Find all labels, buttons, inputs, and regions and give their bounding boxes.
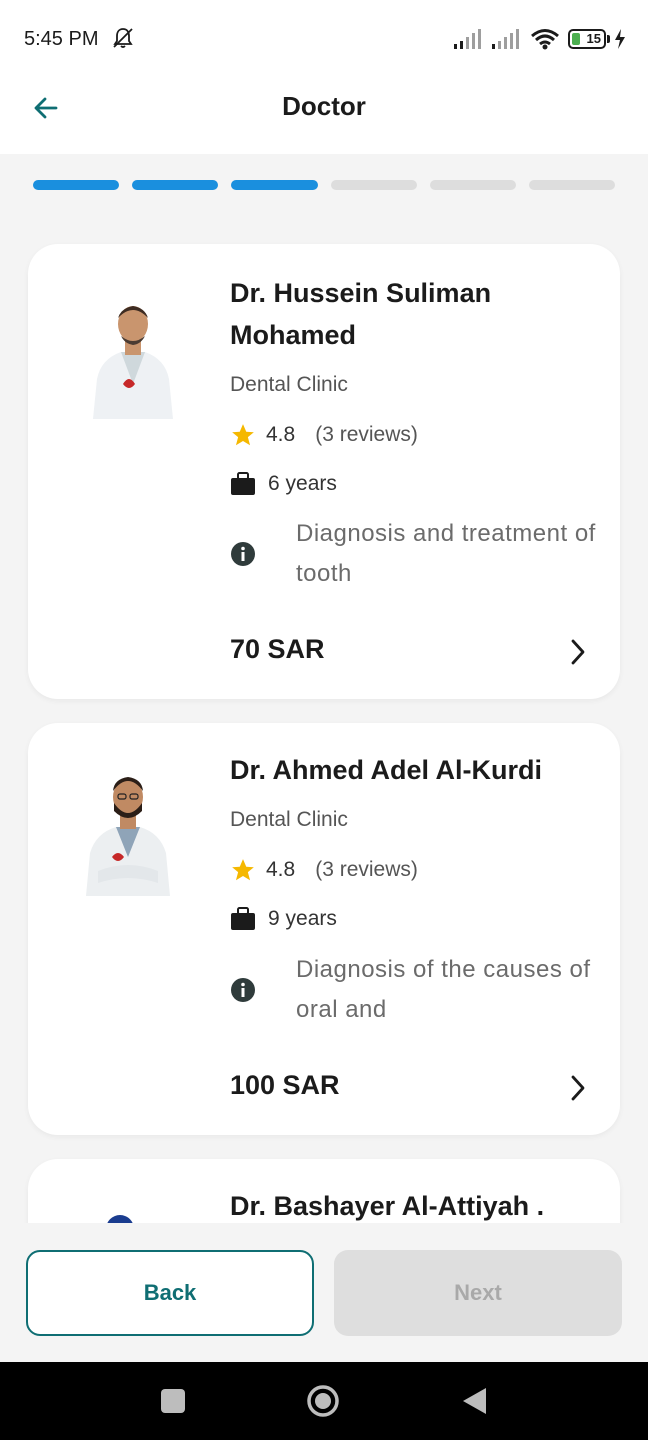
doctor-card[interactable]: Dr. Ahmed Adel Al-Kurdi Dental Clinic 4.… (28, 723, 620, 1135)
status-time: 5:45 PM (24, 28, 99, 50)
info-icon (231, 542, 255, 566)
doctor-name: Dr. Hussein Suliman Mohamed (230, 278, 492, 350)
doctor-name: Dr. Bashayer Al-Attiyah . (230, 1191, 545, 1221)
rating-value: 4.8 (266, 423, 296, 446)
doctor-description: Diagnosis and treatment of tooth (296, 520, 596, 587)
step-segment (330, 180, 417, 190)
doctor-list[interactable]: Dr. Hussein Suliman Mohamed Dental Clini… (0, 225, 648, 1223)
chevron-right-icon[interactable] (568, 1074, 588, 1102)
clinic-name: Dental Clinic (230, 808, 348, 831)
review-count: (3 reviews) (315, 858, 418, 881)
rating-value: 4.8 (266, 858, 296, 881)
charging-icon (615, 29, 625, 49)
clinic-name: Dental Clinic (230, 373, 348, 396)
rating-row: 4.8 (3 reviews) (230, 422, 418, 448)
review-count: (3 reviews) (315, 423, 418, 446)
step-segment (429, 180, 516, 190)
experience-years: 6 years (268, 472, 337, 495)
doctor-name: Dr. Ahmed Adel Al-Kurdi (230, 755, 543, 785)
doctor-photo (78, 761, 178, 901)
bell-off-icon (113, 28, 133, 48)
doctor-card[interactable]: Dr. Hussein Suliman Mohamed Dental Clini… (28, 244, 620, 699)
experience-row: 9 years (230, 907, 337, 931)
experience-years: 9 years (268, 907, 337, 930)
step-segment (231, 180, 318, 190)
doctor-photo (107, 1215, 133, 1223)
chevron-right-icon[interactable] (568, 638, 588, 666)
step-segment (33, 180, 120, 190)
signal-icon (454, 29, 481, 49)
star-icon (232, 424, 254, 446)
battery-icon: 15 (568, 29, 610, 49)
doctor-card[interactable]: Dr. Bashayer Al-Attiyah . (28, 1159, 620, 1223)
system-nav-bar (0, 1362, 648, 1440)
next-button[interactable]: Next (334, 1250, 622, 1336)
status-bar: 5:45 PM 15 (0, 0, 648, 78)
info-icon (231, 978, 255, 1002)
page-title: Doctor (282, 91, 366, 121)
experience-row: 6 years (230, 472, 337, 496)
briefcase-icon (231, 907, 255, 930)
battery-level: 15 (586, 31, 601, 46)
step-progress (33, 180, 616, 190)
wifi-icon (531, 29, 559, 50)
doctor-description: Diagnosis of the causes of oral and (296, 956, 591, 1023)
rating-row: 4.8 (3 reviews) (230, 857, 418, 883)
doctor-photo (83, 284, 183, 424)
recents-icon[interactable] (161, 1389, 185, 1413)
step-segment (132, 180, 219, 190)
star-icon (232, 859, 254, 881)
step-segment (528, 180, 616, 190)
footer-actions: Back Next (0, 1223, 648, 1362)
back-button[interactable]: Back (26, 1250, 314, 1336)
consultation-price: 70 SAR (230, 634, 325, 664)
app-bar: Doctor (0, 78, 648, 154)
back-triangle-icon[interactable] (460, 1386, 488, 1416)
signal-icon (492, 29, 519, 49)
consultation-price: 100 SAR (230, 1070, 340, 1100)
briefcase-icon (231, 472, 255, 495)
home-icon[interactable] (306, 1384, 340, 1418)
